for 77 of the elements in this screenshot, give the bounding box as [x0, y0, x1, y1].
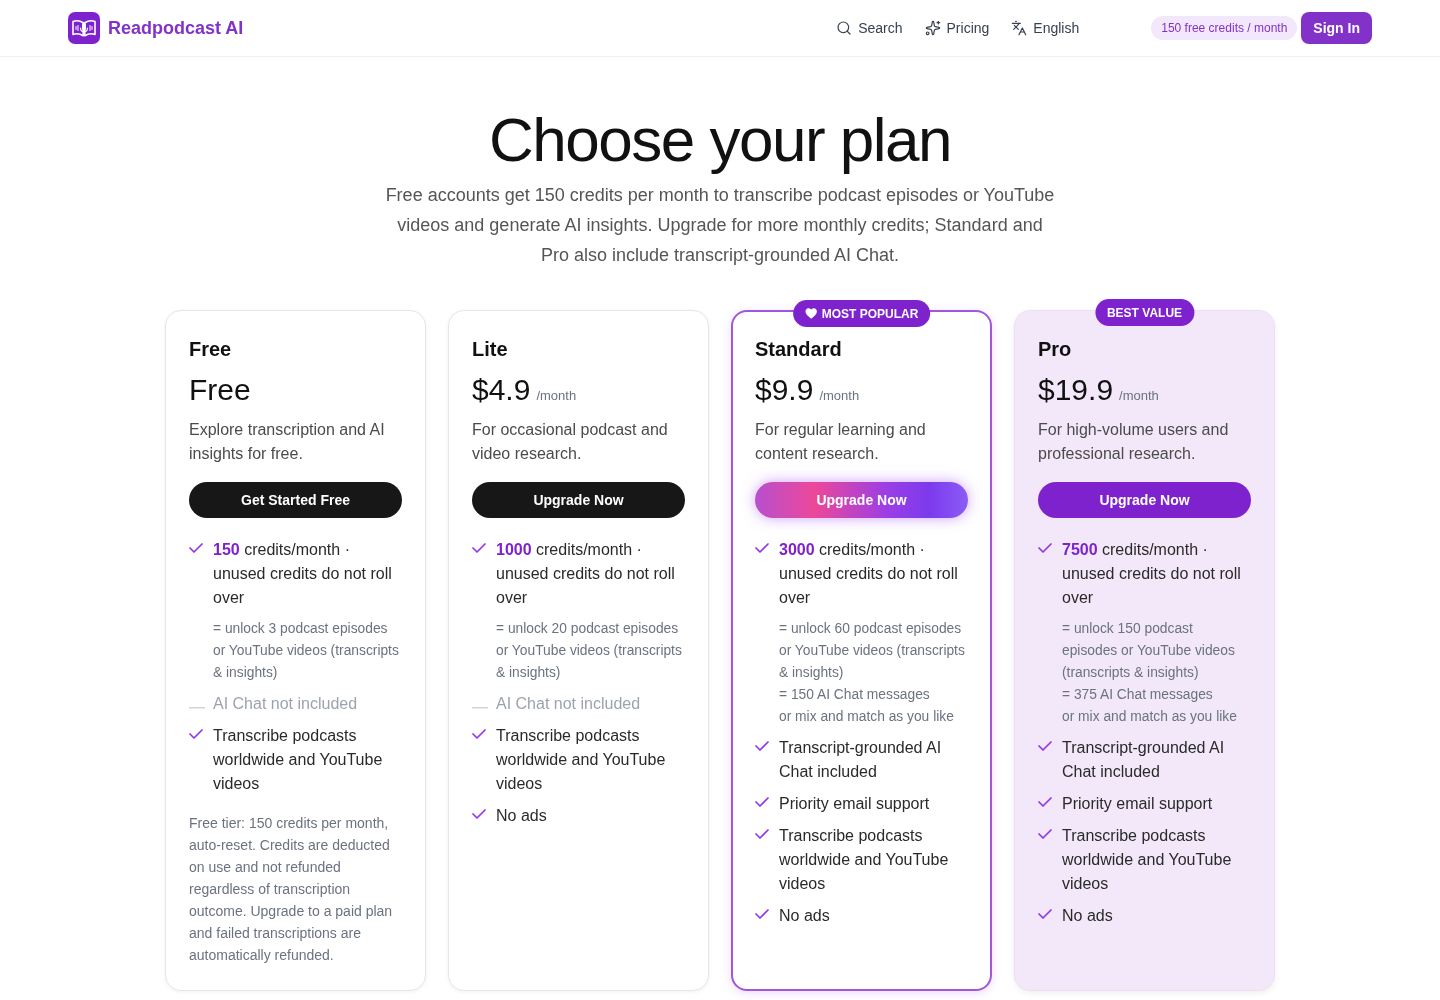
check-icon — [1038, 829, 1052, 839]
check-icon — [1038, 741, 1052, 751]
check-icon — [1038, 797, 1052, 807]
dash-icon — [189, 707, 205, 709]
feature-text: 7500 credits/month · unused credits do not roll over — [1062, 540, 1242, 608]
sparkles-icon — [924, 20, 941, 36]
feature-note: = 150 AI Chat messages — [779, 686, 931, 704]
feature-note: or mix and match as you like — [779, 708, 955, 726]
plan-price: $4.9 — [472, 372, 531, 408]
feature-text: Transcript-grounded AI Chat included — [1062, 738, 1226, 782]
plan-name: Lite — [472, 337, 509, 362]
feature-note: = 375 AI Chat messages — [1062, 686, 1214, 704]
check-icon — [755, 797, 769, 807]
price-period: /month — [536, 387, 577, 405]
plan-description: For occasional podcast and video research. — [472, 420, 669, 464]
plan-price: Free — [189, 372, 251, 408]
feature-note: = unlock 20 podcast episodes or YouTube videos (transcripts & insights) — [496, 620, 683, 682]
page-title: Choose your plan — [489, 104, 951, 176]
plan-price: $9.9 — [755, 372, 814, 408]
price-period: /month — [819, 387, 860, 405]
feature-text: 1000 credits/month · unused credits do not roll over — [496, 540, 676, 608]
check-icon — [472, 729, 486, 739]
plan-name: Pro — [1038, 337, 1073, 362]
brand-name[interactable]: Readpodcast AI — [108, 14, 244, 42]
feature-text: 3000 credits/month · unused credits do not roll over — [779, 540, 959, 608]
plan-description: For high-volume users and professional research. — [1038, 420, 1230, 464]
check-icon — [755, 829, 769, 839]
check-icon — [755, 543, 769, 553]
cta-button[interactable]: Get Started Free — [189, 482, 402, 518]
nav-link[interactable]: English — [1011, 18, 1080, 38]
plan-name: Free — [189, 337, 233, 362]
feature-text: Transcript-grounded AI Chat included — [779, 738, 943, 782]
check-icon — [472, 809, 486, 819]
feature-text: Transcribe podcasts worldwide and YouTube videos — [1062, 826, 1233, 894]
sign-in-button[interactable]: Sign In — [1301, 12, 1372, 44]
check-icon — [1038, 543, 1052, 553]
feature-text: Transcribe podcasts worldwide and YouTube videos — [496, 726, 667, 794]
logo-icon[interactable] — [68, 12, 100, 44]
nav-link[interactable]: Search — [836, 18, 903, 38]
check-icon — [189, 543, 203, 553]
dash-icon — [472, 707, 488, 709]
feature-text: 150 credits/month · unused credits do not roll over — [213, 540, 393, 608]
translate-icon — [1011, 20, 1028, 36]
plan-description: For regular learning and content research. — [755, 420, 927, 464]
hero-subtitle: Free accounts get 150 credits per month to transcribe podcast episodes or YouTube videos and generate AI insights. Upgrade for more monthly credits; Standard and Pro also include transcript-grounded AI Chat. — [385, 184, 1055, 267]
feature-text: AI Chat not included — [213, 694, 358, 714]
search-icon — [836, 20, 853, 36]
cta-button[interactable]: Upgrade Now — [1038, 482, 1251, 518]
check-icon — [755, 741, 769, 751]
plan-description: Explore transcription and AI insights for free. — [189, 420, 386, 464]
check-icon — [755, 909, 769, 919]
footnote-text: Free tier: 150 credits per month, auto-reset. Credits are deducted on use and not refunded regardless of transcription outcome. Upgrade to a paid plan and failed transcriptions are automatically refunded. — [189, 814, 394, 965]
feature-text: No ads — [496, 806, 548, 826]
check-icon — [1038, 909, 1052, 919]
feature-note: = unlock 3 podcast episodes or YouTube videos (transcripts & insights) — [213, 620, 400, 682]
nav-link[interactable]: Pricing — [924, 18, 990, 38]
cta-button[interactable]: Upgrade Now — [472, 482, 685, 518]
check-icon — [189, 729, 203, 739]
credits-badge: 150 free credits / month — [1151, 16, 1298, 40]
feature-note: = unlock 150 podcast episodes or YouTube videos (transcripts & insights) — [1062, 620, 1236, 682]
check-icon — [472, 543, 486, 553]
feature-note: or mix and match as you like — [1062, 708, 1238, 726]
plan-price: $19.9 — [1038, 372, 1114, 408]
heart-icon — [804, 308, 817, 319]
feature-text: Transcribe podcasts worldwide and YouTube videos — [779, 826, 950, 894]
feature-text: Transcribe podcasts worldwide and YouTube videos — [213, 726, 384, 794]
feature-text: Priority email support — [1062, 794, 1214, 814]
plan-name: Standard — [755, 337, 843, 362]
price-period: /month — [1119, 387, 1159, 405]
feature-text: AI Chat not included — [496, 694, 641, 714]
feature-text: No ads — [1062, 906, 1114, 926]
cta-button[interactable]: Upgrade Now — [755, 482, 968, 518]
feature-note: = unlock 60 podcast episodes or YouTube videos (transcripts & insights) — [779, 620, 966, 682]
feature-text: No ads — [779, 906, 831, 926]
badge-label: BEST VALUE — [1106, 304, 1183, 321]
feature-text: Priority email support — [779, 794, 931, 814]
badge-label: MOST POPULAR — [821, 305, 919, 322]
